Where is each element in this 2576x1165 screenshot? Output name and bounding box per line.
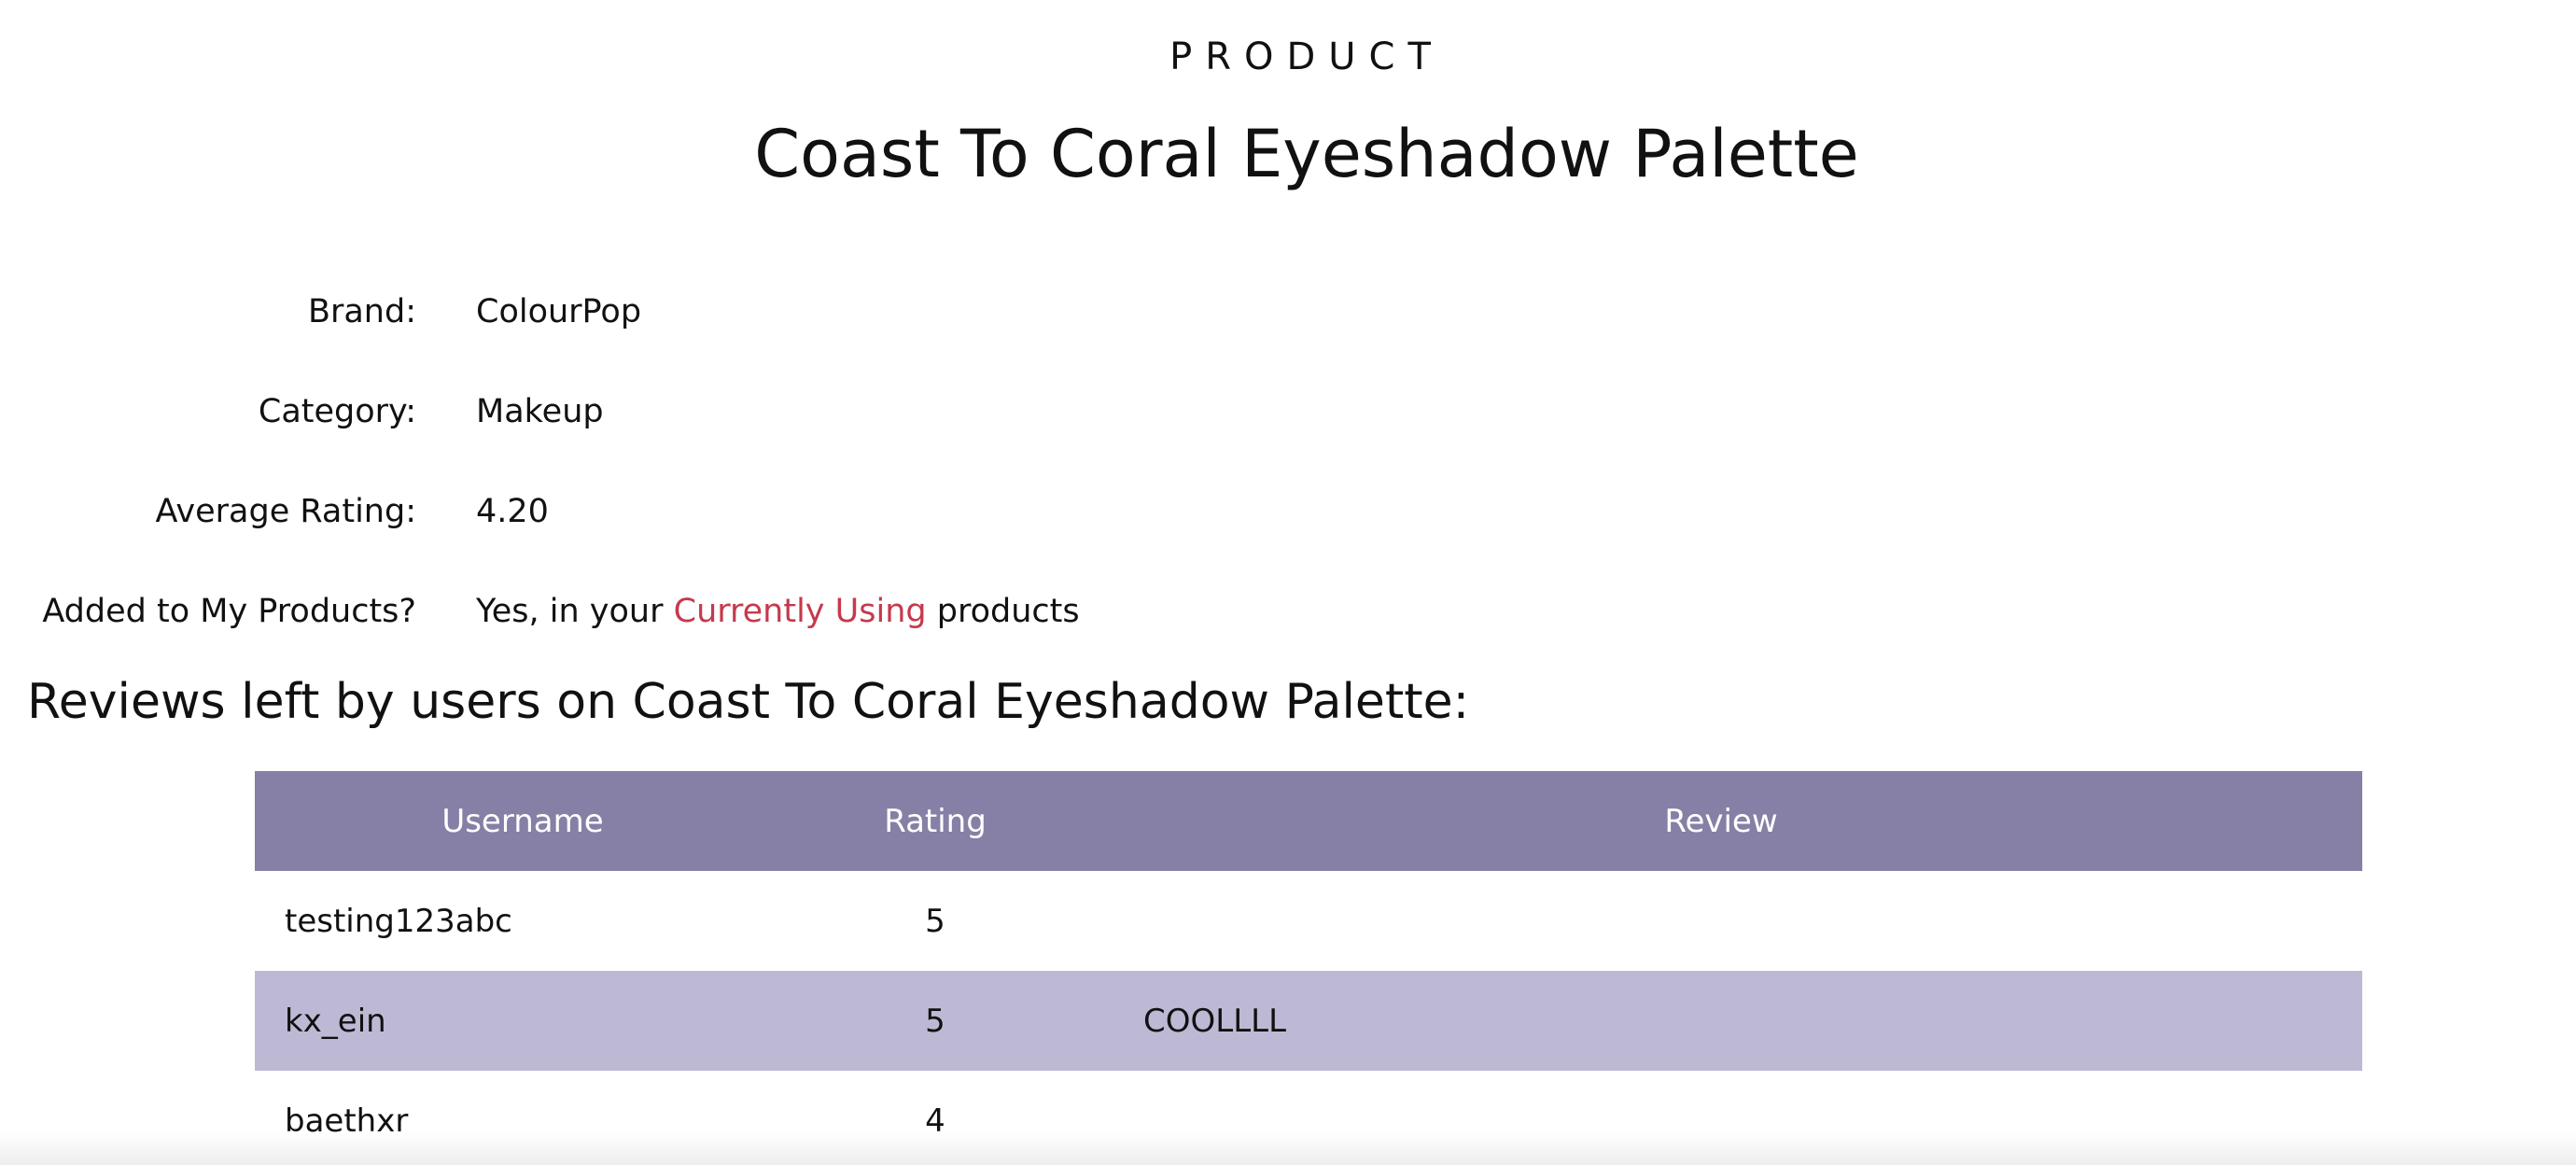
review-username: baethxr xyxy=(285,1102,409,1140)
product-details: Brand: ColourPop Category: Makeup Averag… xyxy=(0,261,1307,661)
table-row: kx_ein 5 COOLLLL xyxy=(255,971,2362,1071)
product-title: Coast To Coral Eyeshadow Palette xyxy=(754,116,1859,192)
reviews-table: Username Rating Review testing123abc 5 k… xyxy=(255,771,2362,1165)
category-value: Makeup xyxy=(476,392,604,430)
review-username: testing123abc xyxy=(285,902,512,940)
review-rating: 5 xyxy=(791,971,1080,1071)
brand-value: ColourPop xyxy=(476,292,642,330)
review-username: kx_ein xyxy=(255,971,791,1071)
detail-category: Category: Makeup xyxy=(0,361,1307,461)
column-header-username: Username xyxy=(255,771,791,871)
added-value: Yes, in your Currently Using products xyxy=(476,593,1080,630)
added-prefix: Yes, in your xyxy=(476,592,664,630)
review-text xyxy=(1080,871,2362,971)
reviews-heading: Reviews left by users on Coast To Coral … xyxy=(27,674,1470,730)
table-header-row: Username Rating Review xyxy=(255,771,2362,871)
product-page: PRODUCT Coast To Coral Eyeshadow Palette… xyxy=(0,0,2576,1165)
review-rating: 5 xyxy=(925,902,945,940)
category-label: Category: xyxy=(258,392,416,430)
average-rating-value: 4.20 xyxy=(476,492,549,530)
detail-brand: Brand: ColourPop xyxy=(0,261,1307,361)
table-row: testing123abc 5 xyxy=(255,871,2362,971)
table-row: baethxr 4 xyxy=(255,1071,2362,1165)
review-rating: 4 xyxy=(925,1102,945,1140)
column-header-rating: Rating xyxy=(791,771,1080,871)
review-text xyxy=(1080,1071,2362,1165)
detail-added-to-products: Added to My Products? Yes, in your Curre… xyxy=(0,561,1307,661)
added-suffix: products xyxy=(936,592,1080,630)
average-rating-label: Average Rating: xyxy=(155,492,417,530)
review-text: COOLLLL xyxy=(1080,971,2362,1071)
section-eyebrow: PRODUCT xyxy=(1169,35,1444,78)
currently-using-link[interactable]: Currently Using xyxy=(674,593,927,630)
added-label: Added to My Products? xyxy=(42,592,416,630)
brand-label: Brand: xyxy=(307,292,416,330)
detail-average-rating: Average Rating: 4.20 xyxy=(0,461,1307,561)
column-header-review: Review xyxy=(1080,771,2362,871)
